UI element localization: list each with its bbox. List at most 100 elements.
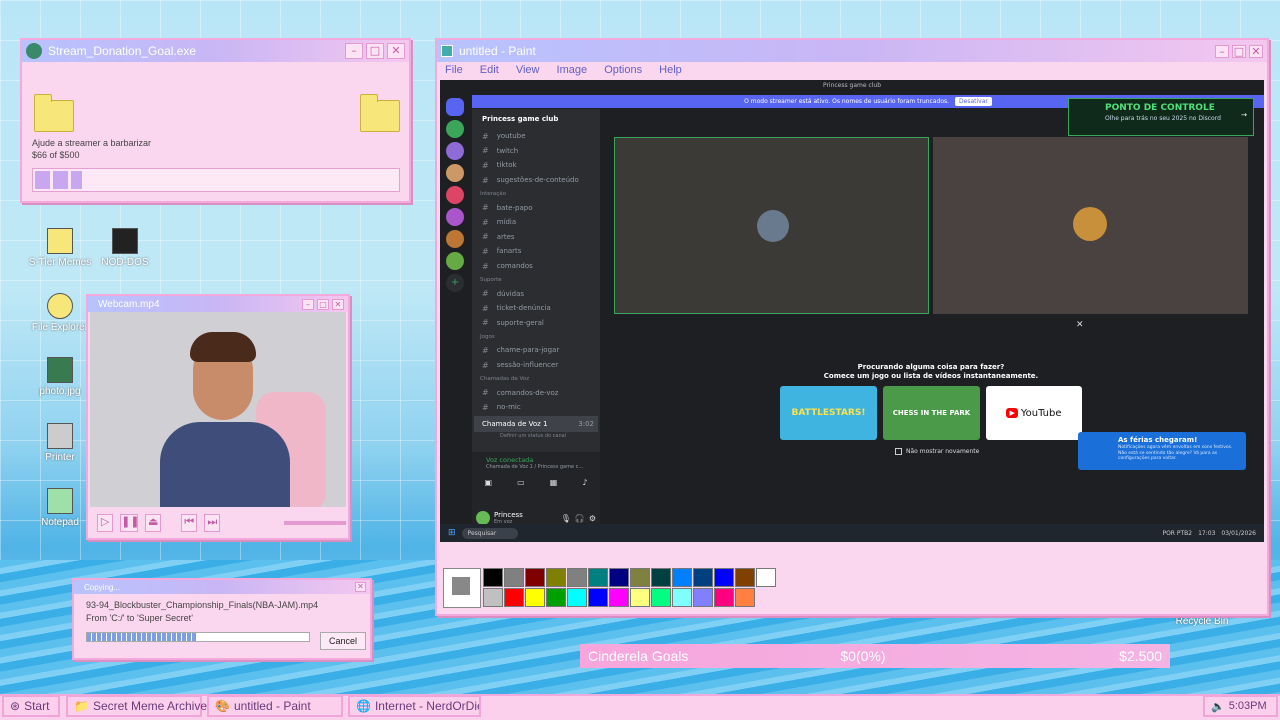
channel-item[interactable]: # comandos <box>472 259 600 274</box>
category-voz[interactable]: Chamadas de Voz <box>472 372 600 385</box>
palette-color-swatch[interactable] <box>567 568 587 587</box>
palette-color-swatch[interactable] <box>693 588 713 607</box>
palette-color-swatch[interactable] <box>567 588 587 607</box>
task-meme-archive[interactable]: 📁 Secret Meme Archive <box>66 695 207 717</box>
play-icon[interactable]: ▷ <box>97 514 114 532</box>
close-button[interactable]: ✕ <box>1249 44 1263 58</box>
windows-start-icon[interactable]: ⊞ <box>448 528 456 538</box>
palette-color-swatch[interactable] <box>672 568 692 587</box>
server-icon[interactable] <box>446 186 464 204</box>
channel-item[interactable]: # suporte-geral <box>472 316 600 331</box>
activity-youtube[interactable]: ▶ YouTube <box>986 386 1082 440</box>
palette-color-swatch[interactable] <box>672 588 692 607</box>
palette-color-swatch[interactable] <box>483 568 503 587</box>
arrow-right-icon[interactable]: → <box>1241 111 1247 119</box>
menu-help[interactable]: Help <box>659 64 682 76</box>
task-paint[interactable]: 🎨 untitled - Paint <box>207 695 343 717</box>
maximize-button[interactable]: □ <box>366 43 384 59</box>
checkpoint-promo[interactable]: PONTO DE CONTROLE Olhe para trás no seu … <box>1068 98 1254 136</box>
category-interacao[interactable]: Interação <box>472 187 600 200</box>
palette-color-swatch[interactable] <box>609 568 629 587</box>
system-clock[interactable]: 🔈 5:03PM <box>1203 695 1278 717</box>
palette-color-swatch[interactable] <box>525 588 545 607</box>
server-icon[interactable] <box>446 142 464 160</box>
menu-file[interactable]: File <box>445 64 463 76</box>
menu-image[interactable]: Image <box>557 64 588 76</box>
minimize-button[interactable]: – <box>345 43 363 59</box>
channel-item[interactable]: # youtube <box>472 129 600 144</box>
video-tile[interactable] <box>933 137 1248 314</box>
volume-slider[interactable] <box>284 521 347 525</box>
palette-color-swatch[interactable] <box>483 588 503 607</box>
palette-color-swatch[interactable] <box>714 588 734 607</box>
palette-color-swatch[interactable] <box>588 568 608 587</box>
holiday-notice[interactable]: As férias chegaram! Notificações agora v… <box>1078 432 1246 470</box>
dont-show-again[interactable]: Não mostrar novamente <box>895 448 979 455</box>
voice-channel-active[interactable]: Chamada de Voz 1 3:02 <box>474 415 598 432</box>
desktop-icon-recycle[interactable]: Recycle Bin <box>1157 616 1247 627</box>
palette-color-swatch[interactable] <box>504 568 524 587</box>
close-button[interactable]: ✕ <box>355 582 366 592</box>
server-icon[interactable] <box>446 120 464 138</box>
channel-item[interactable]: # artes <box>472 230 600 245</box>
server-name[interactable]: Princess game club <box>472 109 600 129</box>
minimize-button[interactable]: – <box>302 298 314 310</box>
inner-search[interactable]: Pesquisar <box>461 527 519 539</box>
channel-item[interactable]: # tiktok <box>472 158 600 173</box>
close-icon[interactable]: ✕ <box>1076 320 1084 330</box>
channel-item[interactable]: # comandos-de-voz <box>472 385 600 400</box>
video-tile[interactable] <box>614 137 929 314</box>
server-icon[interactable] <box>446 230 464 248</box>
minimize-button[interactable]: – <box>1215 44 1229 58</box>
desktop-icon-noddos[interactable]: NOD-DOS <box>80 228 170 268</box>
next-icon[interactable]: ⏭ <box>204 514 221 532</box>
channel-item[interactable]: # sessão-influencer <box>472 358 600 373</box>
palette-color-swatch[interactable] <box>630 568 650 587</box>
channel-item[interactable]: # chame-para-jogar <box>472 343 600 358</box>
soundboard-icon[interactable]: ♪ <box>582 478 587 487</box>
palette-color-swatch[interactable] <box>546 568 566 587</box>
channel-item[interactable]: # dúvidas <box>472 286 600 301</box>
menu-view[interactable]: View <box>516 64 540 76</box>
discord-home-icon[interactable] <box>446 98 464 116</box>
palette-color-swatch[interactable] <box>504 588 524 607</box>
cancel-button[interactable]: Cancel <box>320 632 366 650</box>
channel-item[interactable]: # ticket-denúncia <box>472 301 600 316</box>
menu-options[interactable]: Options <box>604 64 642 76</box>
disable-streamer-button[interactable]: Desativar <box>955 97 992 106</box>
channel-item[interactable]: # bate-papo <box>472 200 600 215</box>
pause-icon[interactable]: ❚❚ <box>120 514 140 532</box>
palette-color-swatch[interactable] <box>630 588 650 607</box>
palette-color-swatch[interactable] <box>588 588 608 607</box>
checkbox[interactable] <box>895 448 902 455</box>
task-internet[interactable]: 🌐Internet - NerdOrDie.com <box>348 695 481 717</box>
mic-icon[interactable]: 🎙 <box>561 514 571 523</box>
maximize-button[interactable]: □ <box>1232 44 1246 58</box>
current-color[interactable] <box>443 568 481 608</box>
palette-color-swatch[interactable] <box>651 588 671 607</box>
palette-color-swatch[interactable] <box>714 568 734 587</box>
activity-chess[interactable]: CHESS IN THE PARK <box>883 386 980 440</box>
channel-item[interactable]: # twitch <box>472 144 600 159</box>
channel-item[interactable]: # mídia <box>472 215 600 230</box>
palette-color-swatch[interactable] <box>735 568 755 587</box>
add-server-icon[interactable]: + <box>446 274 464 292</box>
category-suporte[interactable]: Suporte <box>472 273 600 286</box>
palette-color-swatch[interactable] <box>546 588 566 607</box>
camera-icon[interactable]: ▣ <box>485 478 493 487</box>
channel-item[interactable]: # fanarts <box>472 244 600 259</box>
maximize-button[interactable]: □ <box>317 298 329 310</box>
close-button[interactable]: ✕ <box>387 43 405 59</box>
channel-item[interactable]: # no-mic <box>472 400 600 415</box>
settings-gear-icon[interactable]: ⚙ <box>589 514 596 523</box>
screen-share-icon[interactable]: ▭ <box>517 478 525 487</box>
start-button[interactable]: ⊛ Start <box>2 695 60 717</box>
palette-color-swatch[interactable] <box>609 588 629 607</box>
close-button[interactable]: ✕ <box>332 298 344 310</box>
palette-color-swatch[interactable] <box>651 568 671 587</box>
palette-color-swatch[interactable] <box>756 568 776 587</box>
palette-color-swatch[interactable] <box>735 588 755 607</box>
headphones-icon[interactable]: 🎧 <box>575 514 585 523</box>
channel-item[interactable]: # sugestões-de-conteúdo <box>472 173 600 188</box>
avatar[interactable] <box>476 511 490 525</box>
